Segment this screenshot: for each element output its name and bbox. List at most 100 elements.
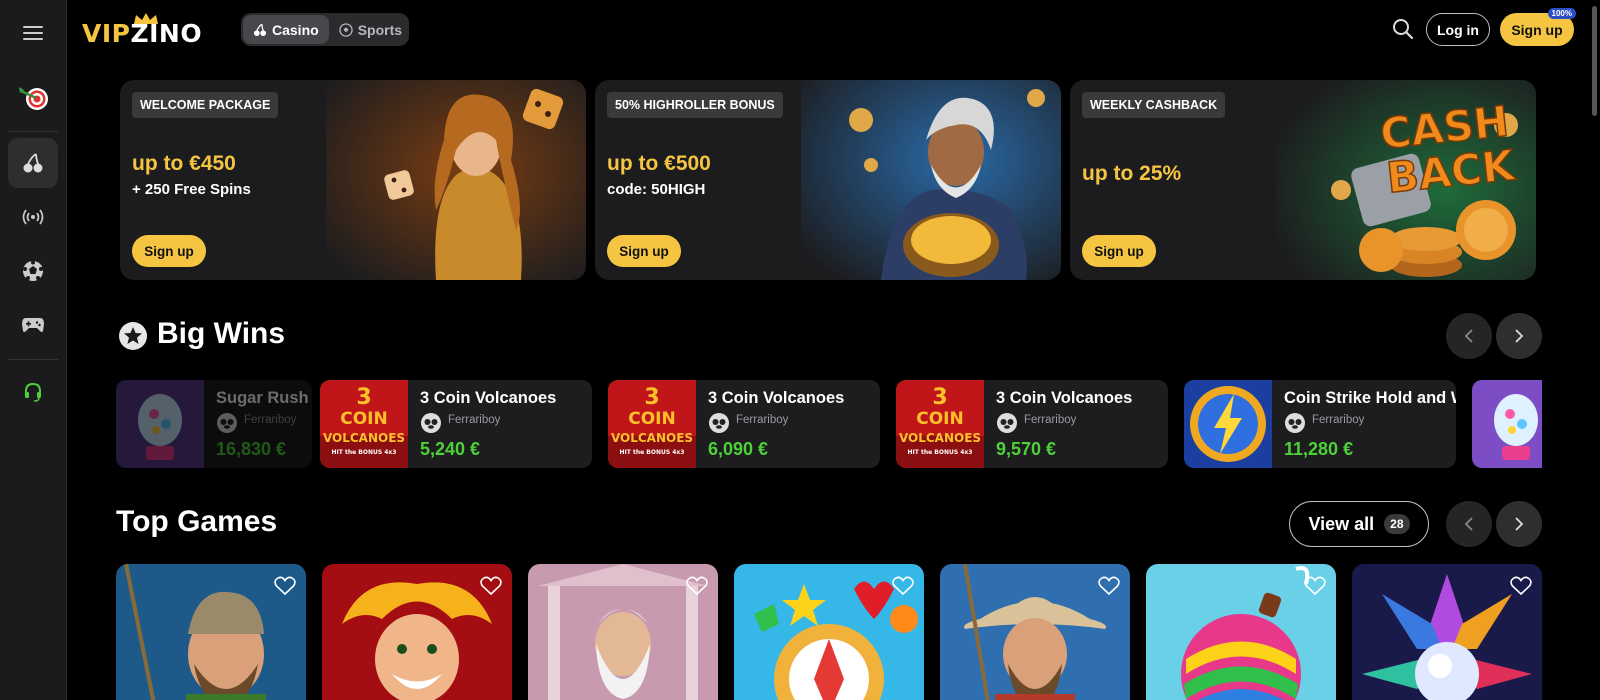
- signup-button[interactable]: Sign up 100%: [1500, 8, 1576, 46]
- win-username: Ferrariboy: [736, 414, 789, 426]
- thumb-text-bottom: VOLCANOES: [611, 431, 693, 445]
- big-wins-prev-button[interactable]: [1446, 313, 1492, 359]
- tab-sports-label: Sports: [357, 21, 403, 38]
- game-tile[interactable]: [116, 564, 306, 700]
- promo-signup-button[interactable]: Sign up: [1082, 235, 1156, 267]
- big-wins-title: Big Wins: [157, 317, 286, 350]
- chevron-left-icon: [1464, 329, 1473, 343]
- user-avatar-icon: [997, 413, 1017, 433]
- favorite-heart-icon[interactable]: [686, 576, 708, 596]
- game-tile[interactable]: [1352, 564, 1542, 700]
- win-card[interactable]: Sugar Rush Ferrariboy 16,830 €: [116, 380, 312, 468]
- favorite-heart-icon[interactable]: [480, 576, 502, 596]
- tab-sports[interactable]: Sports: [329, 15, 412, 44]
- page-scrollbar[interactable]: [1588, 0, 1600, 700]
- sugar-rush-thumbnail: [116, 380, 204, 468]
- thumb-text-mid: COIN: [340, 409, 387, 429]
- support-headset-icon[interactable]: [8, 367, 58, 417]
- bonus-badge: 100%: [1547, 8, 1576, 19]
- pirate-gold-illustration: [801, 80, 1061, 280]
- win-game-name: Sugar Rush: [216, 389, 309, 407]
- scrollbar-thumb[interactable]: [1592, 6, 1597, 116]
- product-switch: Casino Sports: [241, 13, 409, 46]
- promo-tag: WEEKLY CASHBACK: [1082, 92, 1226, 118]
- game-tile[interactable]: [734, 564, 924, 700]
- promo-card-highroller[interactable]: 50% HIGHROLLER BONUS up to €500 code: 50…: [595, 80, 1061, 280]
- win-game-name: 3 Coin Volcanoes: [996, 389, 1133, 407]
- coin-volcanoes-thumbnail: 3 COIN VOLCANOES HIT the BONUS 4x3: [320, 380, 408, 468]
- promo-signup-button[interactable]: Sign up: [132, 235, 206, 267]
- game-tile[interactable]: [940, 564, 1130, 700]
- login-button[interactable]: Log in: [1426, 13, 1490, 46]
- promo-subtitle: code: 50HIGH: [607, 181, 706, 198]
- win-username: Ferrariboy: [1024, 414, 1077, 426]
- user-avatar-icon: [1285, 413, 1305, 433]
- tab-casino[interactable]: Casino: [243, 15, 329, 44]
- promo-signup-button[interactable]: Sign up: [607, 235, 681, 267]
- sidebar-divider: [8, 131, 58, 132]
- favorite-heart-icon[interactable]: [1098, 576, 1120, 596]
- sports-ball-icon[interactable]: [8, 246, 58, 296]
- promo-subtitle: + 250 Free Spins: [132, 181, 251, 198]
- sidebar: [0, 0, 67, 700]
- thumb-text-tiny: HIT the BONUS 4x3: [332, 449, 397, 456]
- tab-casino-label: Casino: [272, 21, 319, 38]
- top-games-next-button[interactable]: [1496, 501, 1542, 547]
- golden-lady-illustration: [326, 80, 586, 280]
- win-amount: 11,280 €: [1284, 439, 1354, 459]
- search-icon[interactable]: [1392, 18, 1414, 45]
- user-avatar-icon: [421, 413, 441, 433]
- game-tile[interactable]: [322, 564, 512, 700]
- big-wins-next-button[interactable]: [1496, 313, 1542, 359]
- thumb-text-bottom: VOLCANOES: [899, 431, 981, 445]
- promo-card-cashback[interactable]: CASH BACK WEEKLY CASHBACK up to 25% Sign…: [1070, 80, 1536, 280]
- user-avatar-icon: [709, 413, 729, 433]
- vipzino-logo[interactable]: VIPZINO: [82, 13, 212, 49]
- big-wins-star-icon: [118, 321, 148, 356]
- game-tile[interactable]: [1146, 564, 1336, 700]
- esports-gamepad-icon[interactable]: [8, 300, 58, 350]
- chevron-right-icon: [1515, 329, 1524, 343]
- win-game-name: Coin Strike Hold and W: [1284, 389, 1456, 407]
- logo-wordmark: VIPZINO: [82, 19, 203, 48]
- win-card[interactable]: 3 COIN VOLCANOES HIT the BONUS 4x3 3 Coi…: [608, 380, 880, 468]
- win-username: Ferrariboy: [1312, 414, 1365, 426]
- favorite-heart-icon[interactable]: [892, 576, 914, 596]
- win-amount: 6,090 €: [708, 439, 769, 459]
- thumb-text-tiny: HIT the BONUS 4x3: [620, 449, 685, 456]
- win-card[interactable]: 3 COIN VOLCANOES HIT the BONUS 4x3 3 Coi…: [320, 380, 592, 468]
- view-all-label: View all: [1308, 513, 1375, 534]
- game-tile[interactable]: [528, 564, 718, 700]
- favorite-heart-icon[interactable]: [274, 576, 296, 596]
- promo-tag: 50% HIGHROLLER BONUS: [607, 92, 783, 118]
- thumb-text-tiny: HIT the BONUS 4x3: [908, 449, 973, 456]
- chevron-right-icon: [1515, 517, 1524, 531]
- menu-icon[interactable]: [8, 8, 58, 58]
- promo-title: up to €450: [132, 152, 236, 175]
- win-card[interactable]: [1472, 380, 1542, 468]
- win-game-name: 3 Coin Volcanoes: [420, 389, 557, 407]
- top-games-prev-button[interactable]: [1446, 501, 1492, 547]
- thumb-text-top: 3: [644, 385, 659, 410]
- win-username: Ferrariboy: [448, 414, 501, 426]
- thumb-text-top: 3: [356, 385, 371, 410]
- win-amount: 16,830 €: [216, 439, 287, 459]
- games-count-badge: 28: [1384, 514, 1410, 534]
- favorite-heart-icon[interactable]: [1304, 576, 1326, 596]
- live-broadcast-icon[interactable]: [8, 192, 58, 242]
- sugar-rush-thumbnail: [1472, 380, 1542, 468]
- promo-card-welcome[interactable]: WELCOME PACKAGE up to €450 + 250 Free Sp…: [120, 80, 586, 280]
- thumb-text-mid: COIN: [916, 409, 963, 429]
- view-all-button[interactable]: View all 28: [1289, 501, 1429, 547]
- win-amount: 9,570 €: [996, 439, 1057, 459]
- cashback-coins-illustration: CASH BACK: [1276, 80, 1536, 280]
- favorite-heart-icon[interactable]: [1510, 576, 1532, 596]
- user-avatar-icon: [217, 413, 237, 433]
- win-card[interactable]: 3 COIN VOLCANOES HIT the BONUS 4x3 3 Coi…: [896, 380, 1168, 468]
- win-card[interactable]: Coin Strike Hold and W Ferrariboy 11,280…: [1184, 380, 1456, 468]
- promo-tag: WELCOME PACKAGE: [132, 92, 279, 118]
- ball-icon: [339, 22, 353, 37]
- casino-cherry-icon[interactable]: [8, 138, 58, 188]
- win-game-name: 3 Coin Volcanoes: [708, 389, 845, 407]
- promotions-target-icon[interactable]: [8, 72, 58, 122]
